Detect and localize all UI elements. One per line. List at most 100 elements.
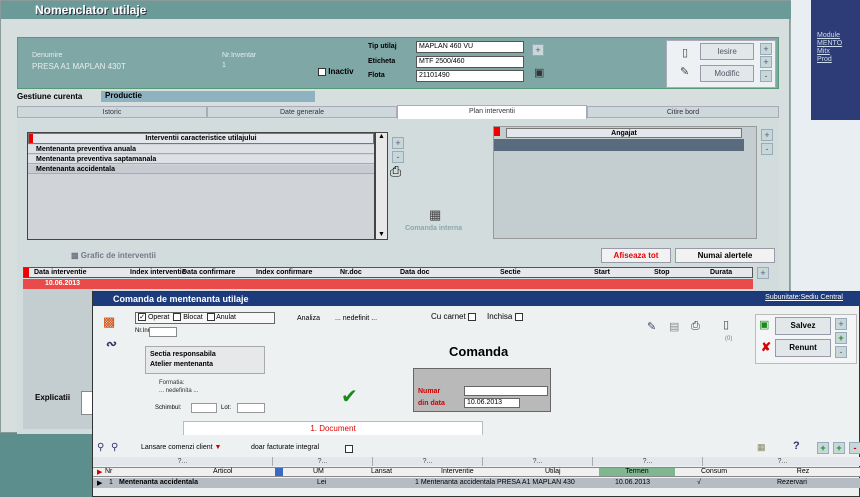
filter-utilaj[interactable]: ?...	[593, 457, 703, 466]
add-green-icon[interactable]: +	[835, 332, 847, 344]
col-rez[interactable]: Rez	[753, 468, 853, 475]
iesire-button[interactable]: Iesire	[700, 43, 754, 60]
col-start[interactable]: Start	[594, 269, 610, 276]
blocat-checkbox[interactable]: Blocat	[173, 313, 203, 322]
filter-interventie[interactable]: ?...	[483, 457, 593, 466]
add-interventie-icon[interactable]: +	[392, 137, 404, 149]
subunitate-link[interactable]: Subunitate:Sediu Central	[765, 294, 843, 301]
schimbul-field[interactable]	[191, 403, 217, 413]
col-consum[interactable]: Consum	[679, 468, 749, 475]
grid-settings-icon[interactable]: ▦	[757, 442, 766, 453]
col-durata[interactable]: Durata	[710, 269, 732, 276]
cu-carnet-checkbox[interactable]: Cu carnet	[431, 312, 476, 321]
add-icon[interactable]: +	[532, 44, 544, 56]
link-module[interactable]: Module	[817, 32, 842, 40]
col-stop[interactable]: Stop	[654, 269, 670, 276]
col-nr-doc[interactable]: Nr.doc	[340, 269, 362, 276]
sectia-label: Sectia responsabila	[150, 351, 216, 358]
doar-facturate-checkbox[interactable]	[345, 443, 353, 453]
lot-field[interactable]	[237, 403, 265, 413]
col-interventie[interactable]: Interventie	[441, 468, 474, 475]
add-line-icon[interactable]: +	[817, 442, 829, 454]
tab-istoric[interactable]: Istoric	[17, 106, 207, 118]
filter-lansat[interactable]: ?...	[373, 457, 483, 466]
nr-inventar-value: 1	[222, 62, 226, 69]
eticheta-field[interactable]: MTF 2500/460	[416, 56, 524, 68]
modific-button[interactable]: Modific	[700, 65, 754, 82]
attach-icon[interactable]: ▯	[723, 318, 729, 331]
numai-alertele-button[interactable]: Numai alertele	[675, 248, 775, 263]
gestiune-field[interactable]: Productie	[101, 91, 315, 102]
scan-icon[interactable]: ▣	[534, 66, 548, 80]
col-articol[interactable]: Articol	[213, 468, 232, 475]
interventie-row-accidentala[interactable]: Mentenanta accidentala	[28, 165, 374, 174]
link-mitx[interactable]: Mitx	[817, 48, 842, 56]
checkmark-icon: ✔	[341, 386, 358, 408]
afiseaza-tot-button[interactable]: Afiseaza tot	[601, 248, 671, 263]
col-lansat[interactable]: Lansat	[371, 468, 392, 475]
search-icon[interactable]: ⚲	[97, 442, 104, 453]
col-data-doc[interactable]: Data doc	[400, 269, 430, 276]
search-advanced-icon[interactable]: ⚲	[111, 442, 118, 453]
interventii-table-row[interactable]: 10.06.2013	[23, 279, 753, 289]
tab-date-generale[interactable]: Date generale	[207, 106, 397, 118]
minus-icon[interactable]: -	[760, 70, 772, 82]
numar-field[interactable]	[464, 386, 548, 396]
print-icon[interactable]: ⎙	[390, 163, 401, 180]
remove-line-icon[interactable]: -	[849, 442, 860, 454]
col-um[interactable]: UM	[313, 468, 324, 475]
add-row-icon[interactable]: +	[757, 267, 769, 279]
filter-um[interactable]: ?...	[273, 457, 373, 466]
filter-articol[interactable]: ?...	[93, 457, 273, 466]
renunt-button[interactable]: Renunt	[775, 339, 831, 357]
scroll-down-icon[interactable]: ▼	[376, 231, 387, 238]
add-angajat-icon[interactable]: +	[761, 129, 773, 141]
scroll-up-icon[interactable]: ▲	[376, 133, 387, 140]
plus-icon[interactable]: +	[835, 318, 847, 330]
col-index-confirmare[interactable]: Index confirmare	[256, 269, 312, 276]
angajat-row[interactable]	[494, 139, 744, 151]
link-mento[interactable]: MENTO	[817, 40, 842, 48]
col-data-interventie[interactable]: Data interventie	[34, 269, 87, 276]
tab-citire-bord[interactable]: Citire bord	[587, 106, 779, 118]
plus-icon-2[interactable]: +	[760, 56, 772, 68]
col-index-interventie[interactable]: Index interventie	[130, 269, 186, 276]
nr-inreg-field[interactable]	[149, 327, 177, 337]
add-line-icon-2[interactable]: +	[833, 442, 845, 454]
salvez-button[interactable]: Salvez	[775, 317, 831, 335]
lansare-dropdown[interactable]: Lansare comenzi client ▼	[141, 444, 221, 451]
col-sectie[interactable]: Sectie	[500, 269, 521, 276]
printer-icon[interactable]: ⎙	[691, 320, 700, 333]
col-data-confirmare[interactable]: Data confirmare	[182, 269, 235, 276]
interventie-row-saptamanala[interactable]: Mentenanta preventiva saptamanala	[28, 155, 374, 164]
col-termen[interactable]: Termen	[599, 468, 675, 476]
plus-icon[interactable]: +	[760, 43, 772, 55]
tip-utilaj-field[interactable]: MAPLAN 460 VU	[416, 41, 524, 53]
anulat-checkbox[interactable]: Anulat	[206, 313, 236, 322]
operat-checkbox[interactable]: ✓ Operat	[138, 313, 169, 322]
copy-icon[interactable]: ▤	[669, 320, 679, 333]
link-prod[interactable]: Prod	[817, 56, 842, 64]
remove-angajat-icon[interactable]: -	[761, 143, 773, 155]
comanda-interna-label[interactable]: Comanda interna	[405, 225, 462, 232]
inchisa-checkbox[interactable]: Inchisa	[487, 312, 523, 321]
din-data-field[interactable]: 10.06.2013	[464, 398, 520, 408]
inactiv-checkbox[interactable]: Inactiv	[318, 67, 354, 76]
flota-label: Flota	[368, 72, 385, 79]
minus-icon[interactable]: -	[835, 346, 847, 358]
edit-doc-icon[interactable]: ✎	[647, 320, 656, 333]
document-grid-row[interactable]: ▶ 1 Mentenanta accidentala Lei 1 Mentena…	[93, 478, 860, 488]
interventii-scrollbar[interactable]: ▲ ▼	[375, 132, 388, 240]
tab-plan-interventii[interactable]: Plan interventii	[397, 105, 587, 119]
comanda-interna-icon[interactable]: ▦	[429, 207, 441, 223]
help-icon[interactable]: ?	[793, 440, 800, 452]
filter-rez[interactable]: ?...	[703, 457, 860, 466]
interventie-row-anuala[interactable]: Mentenanta preventiva anuala	[28, 145, 374, 154]
tab-document[interactable]: 1. Document	[183, 421, 483, 435]
articol-lookup-icon[interactable]	[275, 468, 283, 476]
col-utilaj[interactable]: Utilaj	[545, 468, 561, 475]
flota-field[interactable]: 21101490	[416, 70, 524, 82]
col-nr[interactable]: Nr	[105, 468, 112, 475]
grafic-interventii-button[interactable]: ▩ Grafic de interventii	[71, 251, 156, 260]
remove-interventie-icon[interactable]: -	[392, 151, 404, 163]
